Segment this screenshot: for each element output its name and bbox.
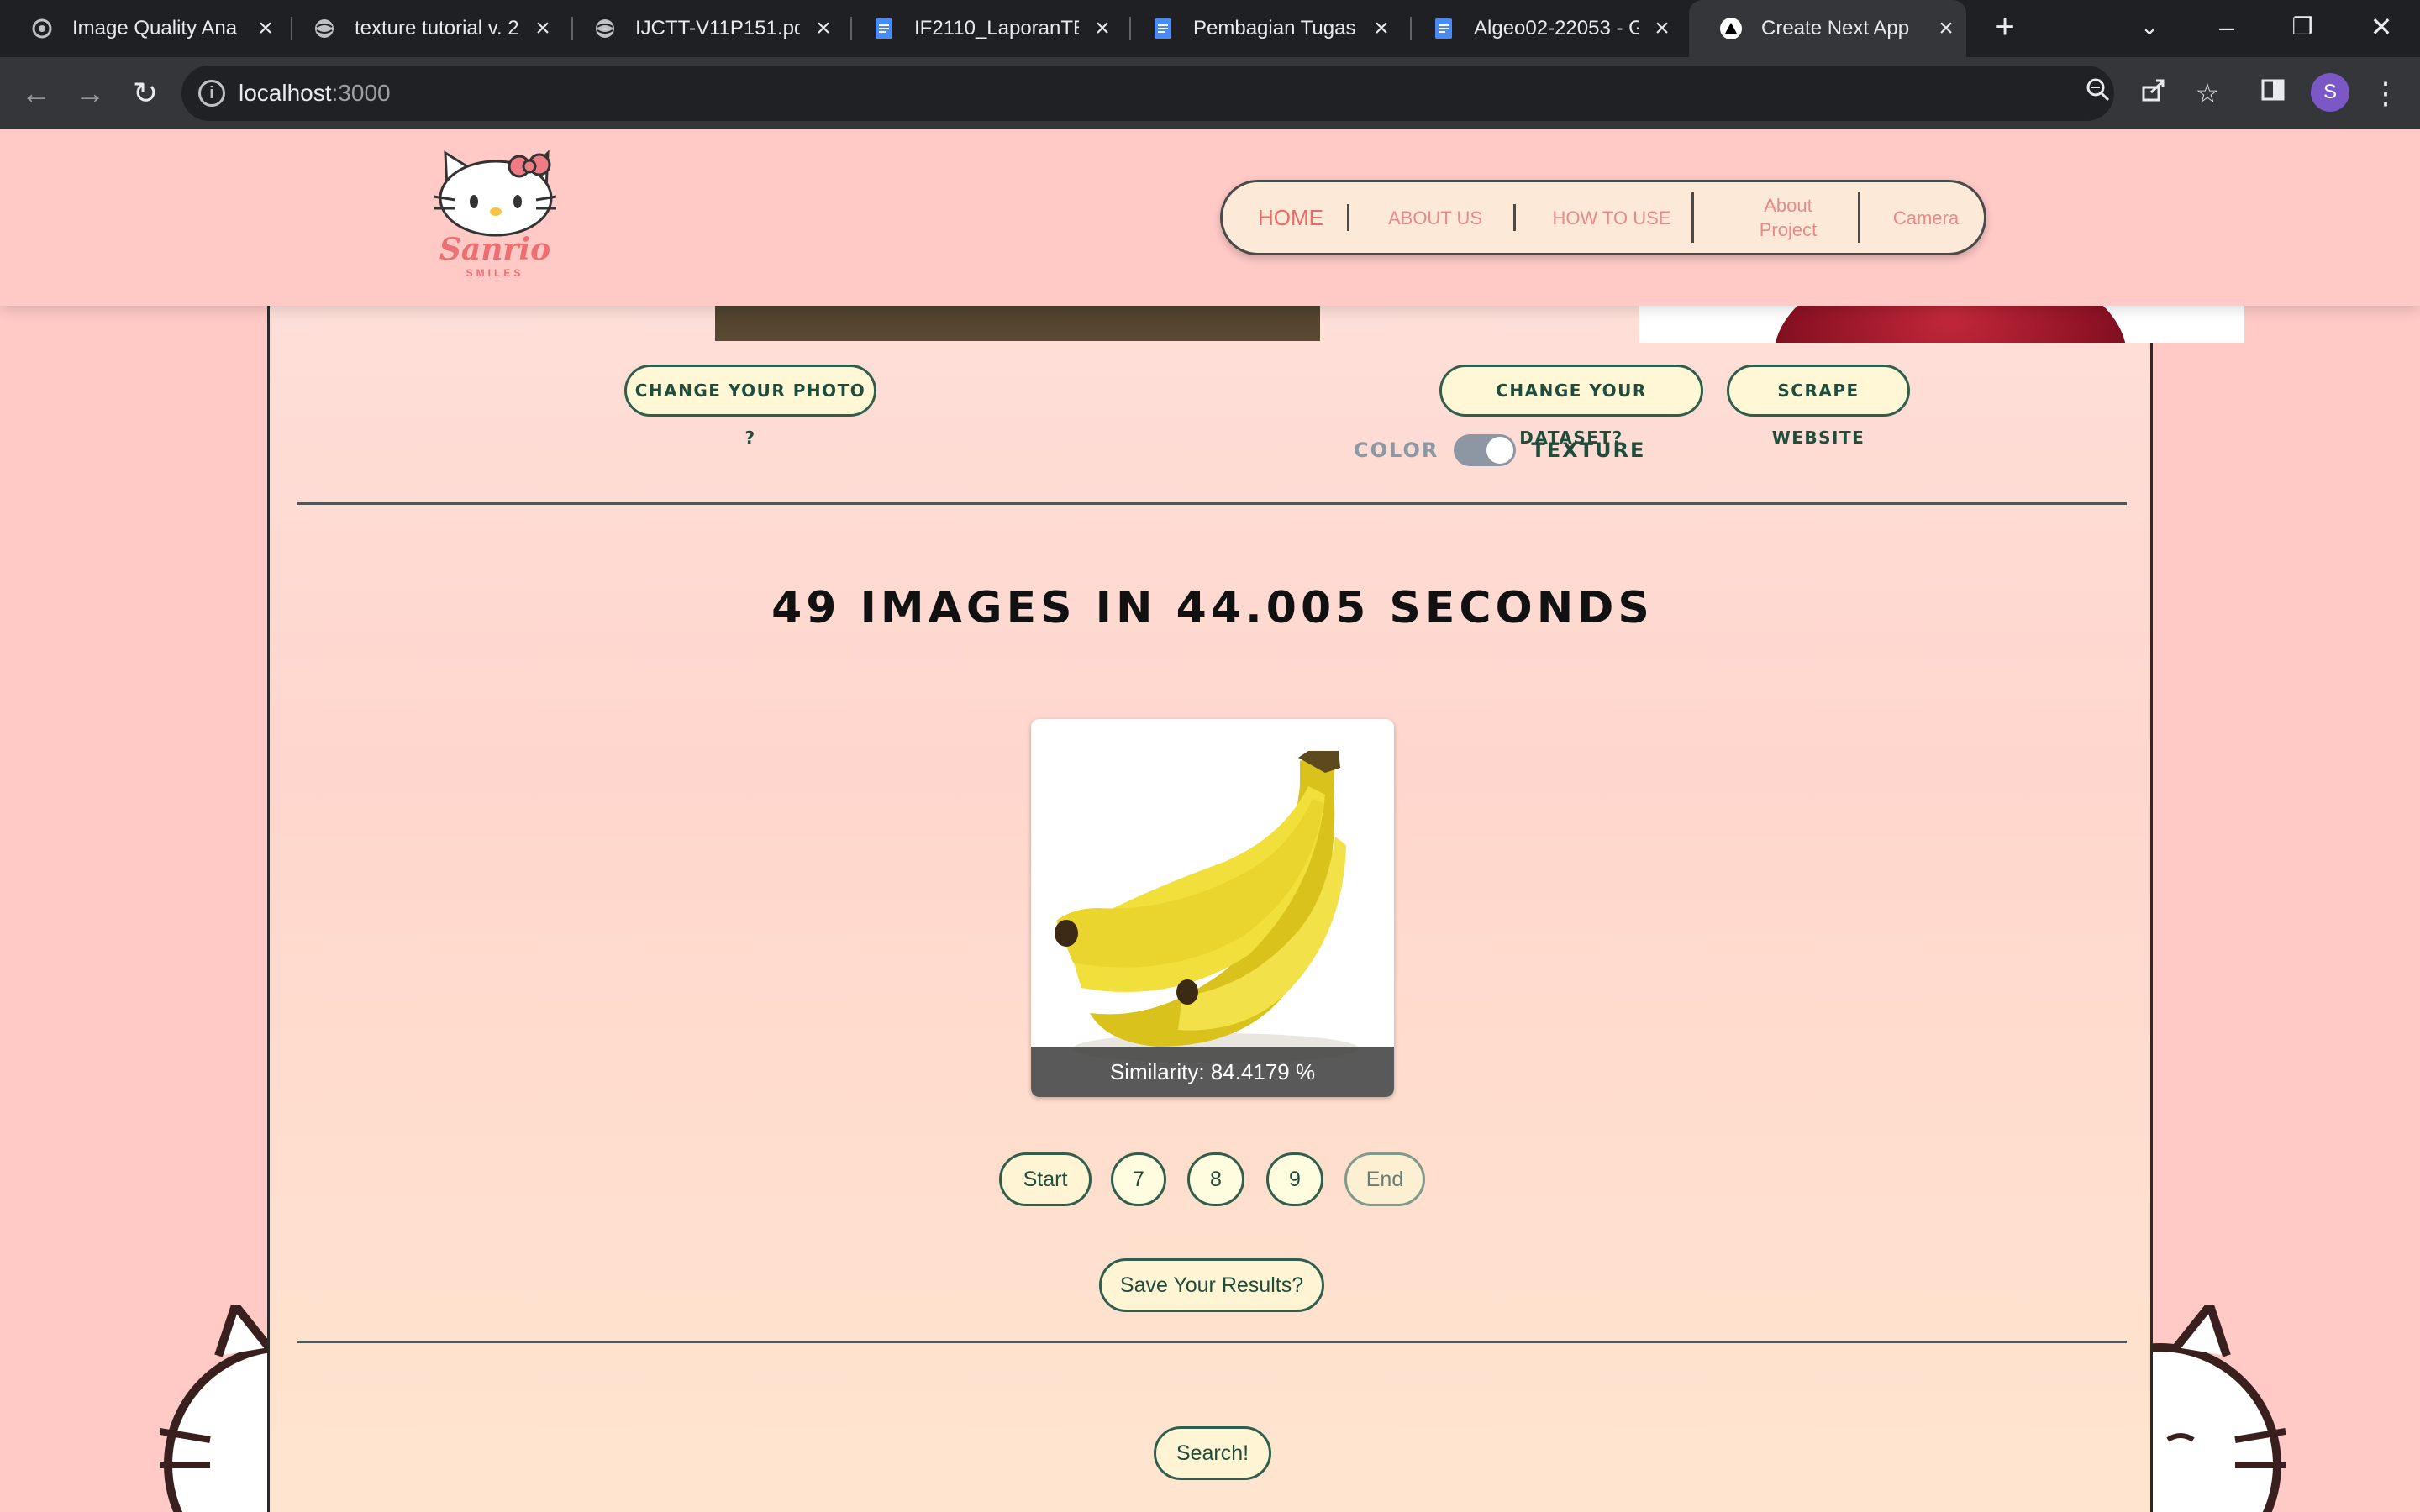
back-arrow-icon[interactable]: ← [15,72,57,114]
url-port: :3000 [331,80,391,106]
browser-tab[interactable]: Algeo02-22053 - G × [1402,0,1682,57]
browser-tab[interactable]: texture tutorial v. 2 × [282,0,563,57]
profile-avatar[interactable]: S [2311,73,2349,112]
tab-title: texture tutorial v. 2 [355,17,519,39]
close-icon[interactable]: × [1368,15,1395,42]
nextjs-icon [1719,17,1743,40]
change-photo-button[interactable]: CHANGE YOUR PHOTO ? [624,365,876,448]
zoom-icon[interactable] [2079,74,2118,113]
tab-title: Image Quality Ana [72,17,237,39]
google-docs-icon [1432,17,1455,40]
google-docs-icon [1151,17,1175,40]
tab-title: IJCTT-V11P151.pdf [635,17,800,39]
url-host: localhost [239,80,332,106]
banana-image [1031,719,1394,1097]
more-menu-icon[interactable]: ⋮ [2366,74,2405,113]
openai-icon [30,17,54,40]
search-button[interactable]: Search! [1154,1426,1271,1480]
close-icon[interactable]: × [1089,15,1116,42]
scrape-website-button[interactable]: SCRAPE WEBSITE [1727,365,1910,448]
tab-title: Algeo02-22053 - G [1474,17,1639,39]
forward-arrow-icon[interactable]: → [69,72,111,114]
switch-knob [1486,437,1514,464]
pagination-start-button[interactable]: Start [999,1152,1092,1206]
sanrio-logo[interactable]: Sanrio SMILES [430,146,560,281]
nav-separator [1347,204,1349,231]
bookmark-star-icon[interactable]: ☆ [2188,74,2227,113]
hello-kitty-logo-icon [433,150,557,237]
result-card[interactable]: Similarity: 84.4179 % [1031,719,1394,1097]
page-viewport: CHANGE YOUR PHOTO ? CHANGE YOUR DATASET?… [0,129,2420,1512]
section-divider [297,502,2127,505]
nav-separator [1858,192,1860,243]
logo-subtext: SMILES [466,267,524,279]
nav-separator [1513,204,1516,231]
main-card: CHANGE YOUR PHOTO ? CHANGE YOUR DATASET?… [267,129,2244,1512]
browser-tab-bar: Image Quality Ana × texture tutorial v. … [0,0,2420,57]
share-icon[interactable] [2134,74,2173,113]
color-texture-switch[interactable] [1454,434,1517,466]
google-docs-icon [872,17,896,40]
site-info-icon[interactable]: i [198,80,225,107]
main-nav: HOME ABOUT US HOW TO USE About Project C… [1220,180,1986,255]
close-icon[interactable]: × [252,15,279,42]
similarity-label: Similarity: 84.4179 % [1031,1047,1394,1097]
new-tab-button[interactable]: + [1980,0,2030,57]
section-divider [297,1341,2127,1343]
side-panel-icon[interactable] [2254,74,2292,113]
close-icon[interactable]: × [529,15,556,42]
results-headline: 49 IMAGES IN 44.005 SECONDS [771,583,1654,633]
restore-button[interactable]: ❐ [2277,0,2328,57]
mode-toggle: COLOR TEXTURE [1354,432,1645,469]
pagination-page-button[interactable]: 8 [1187,1152,1244,1206]
browser-tab[interactable]: IJCTT-V11P151.pdf × [563,0,844,57]
pagination-end-button[interactable]: End [1344,1152,1425,1206]
minimize-button[interactable]: – [2202,0,2252,57]
color-mode-label: COLOR [1354,438,1439,462]
save-results-button[interactable]: Save Your Results? [1099,1258,1324,1312]
nav-home[interactable]: HOME [1238,182,1344,253]
tab-title: Create Next App [1761,17,1910,39]
logo-text: Sanrio [439,232,551,267]
address-bar[interactable]: i localhost:3000 [182,66,2114,121]
reload-icon[interactable]: ↻ [124,72,166,114]
browser-toolbar: ← → ↻ i localhost:3000 ☆ ⋮ [0,57,2420,129]
close-icon[interactable]: × [1933,15,1960,42]
tab-title: Pembagian Tugas [1193,17,1356,39]
globe-icon [593,17,617,40]
site-header: Sanrio SMILES HOME ABOUT US HOW TO USE A… [0,129,2420,306]
texture-mode-label: TEXTURE [1531,438,1646,462]
close-icon[interactable]: × [1649,15,1676,42]
tab-search-chevron-icon[interactable]: ⌄ [2124,0,2175,57]
url-text[interactable]: localhost:3000 [239,66,391,121]
pagination-page-button[interactable]: 7 [1111,1152,1166,1206]
nav-separator [1691,192,1694,243]
tab-title: IF2110_LaporanTB [914,17,1079,39]
browser-tab-active[interactable]: Create Next App × [1689,0,1966,57]
change-dataset-button[interactable]: CHANGE YOUR DATASET? [1439,365,1703,448]
nav-how-to-use[interactable]: HOW TO USE [1523,182,1700,253]
close-icon[interactable]: × [810,15,837,42]
pagination-page-button[interactable]: 9 [1266,1152,1323,1206]
browser-tab[interactable]: Image Quality Ana × [0,0,286,57]
nav-camera[interactable]: Camera [1868,182,1984,253]
browser-tab[interactable]: Pembagian Tugas × [1121,0,1402,57]
nav-about-project[interactable]: About Project [1707,182,1870,253]
browser-tab[interactable]: IF2110_LaporanTB × [842,0,1123,57]
window-close-button[interactable]: ✕ [2356,0,2407,57]
nav-about-us[interactable]: ABOUT US [1357,182,1513,253]
globe-icon [313,17,336,40]
